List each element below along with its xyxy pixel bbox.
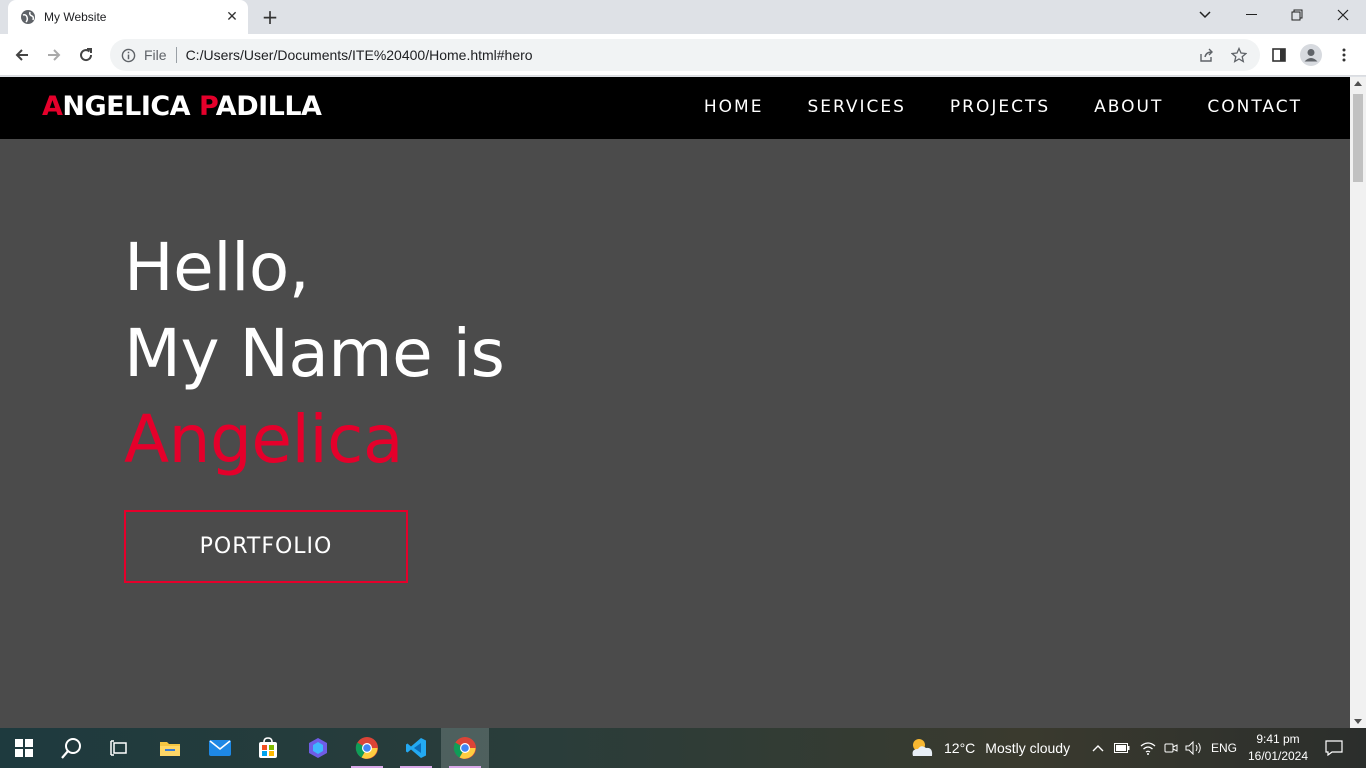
windows-taskbar: 12°C Mostly cloudy ENG 9:41 pm 16/01/202… (0, 728, 1366, 768)
close-tab-icon[interactable]: ✕ (224, 9, 240, 25)
browser-tab[interactable]: My Website ✕ (8, 0, 248, 34)
site-nav-links: HOME SERVICES PROJECTS ABOUT CONTACT (704, 97, 1302, 117)
nav-about[interactable]: ABOUT (1094, 97, 1163, 117)
vscode-icon[interactable] (392, 728, 440, 768)
file-explorer-icon[interactable] (146, 728, 194, 768)
logo-last-name: ADILLA (215, 91, 322, 122)
address-divider (175, 47, 177, 63)
windows-logo-icon (15, 739, 33, 757)
url-text[interactable]: C:/Users/User/Documents/ITE%20400/Home.h… (186, 47, 1196, 63)
hero-greeting: Hello, (124, 229, 310, 306)
wifi-icon[interactable] (1138, 728, 1158, 768)
scroll-down-icon[interactable] (1354, 719, 1362, 724)
meet-now-icon[interactable] (1161, 728, 1181, 768)
address-bar[interactable]: File C:/Users/User/Documents/ITE%20400/H… (110, 39, 1260, 71)
volume-icon[interactable] (1184, 728, 1204, 768)
back-button[interactable] (9, 42, 35, 68)
mail-icon[interactable] (196, 728, 244, 768)
copilot-icon[interactable] (294, 728, 342, 768)
tab-search-icon[interactable] (1182, 0, 1228, 30)
hero-heading: Hello, My Name is Angelica (124, 225, 505, 483)
scheme-label: File (144, 47, 167, 63)
logo-first-name: NGELICA (62, 91, 199, 122)
page-scrollbar[interactable] (1350, 77, 1366, 728)
chevron-up-icon[interactable] (1088, 728, 1108, 768)
weather-condition: Mostly cloudy (985, 740, 1071, 756)
info-icon[interactable] (120, 47, 136, 63)
nav-home[interactable]: HOME (704, 97, 764, 117)
forward-button[interactable] (41, 42, 67, 68)
nav-services[interactable]: SERVICES (807, 97, 905, 117)
clock-date: 16/01/2024 (1247, 749, 1309, 763)
task-view-icon[interactable] (96, 728, 144, 768)
site-navbar: ANGELICA PADILLA HOME SERVICES PROJECTS … (0, 77, 1350, 139)
close-window-button[interactable] (1320, 0, 1366, 30)
side-panel-icon[interactable] (1266, 42, 1292, 68)
new-tab-button[interactable]: + (258, 5, 282, 29)
start-button[interactable] (0, 728, 48, 768)
back-arrow-icon (15, 49, 28, 61)
chrome-icon[interactable] (343, 728, 391, 768)
tab-title: My Website (44, 10, 107, 24)
weather-widget[interactable]: 12°C Mostly cloudy (908, 728, 1070, 768)
clock-time: 9:41 pm (1256, 732, 1300, 746)
nav-projects[interactable]: PROJECTS (950, 97, 1050, 117)
hero-name: Angelica (124, 401, 403, 478)
bookmark-star-icon[interactable] (1228, 44, 1250, 66)
globe-icon (20, 9, 36, 25)
system-clock[interactable]: 9:41 pm 16/01/2024 (1244, 731, 1312, 765)
page-viewport: ANGELICA PADILLA HOME SERVICES PROJECTS … (0, 77, 1350, 728)
reload-button[interactable] (73, 42, 99, 68)
tab-strip: My Website ✕ + (0, 0, 1366, 34)
browser-toolbar: File C:/Users/User/Documents/ITE%20400/H… (0, 34, 1366, 76)
store-icon[interactable] (244, 728, 292, 768)
kebab-menu-icon[interactable] (1331, 42, 1357, 68)
site-logo[interactable]: ANGELICA PADILLA (42, 91, 322, 122)
logo-initial-p: P (198, 91, 216, 122)
hero-intro: My Name is (124, 315, 505, 392)
reload-icon (80, 48, 93, 62)
portfolio-button[interactable]: PORTFOLIO (124, 510, 408, 583)
share-icon[interactable] (1196, 44, 1218, 66)
chrome-active-icon[interactable] (441, 728, 489, 768)
scrollbar-thumb[interactable] (1353, 94, 1363, 182)
profile-avatar-icon[interactable] (1298, 42, 1324, 68)
logo-initial-a: A (42, 91, 63, 122)
cloud-sun-icon (912, 739, 933, 756)
notifications-icon[interactable] (1320, 728, 1348, 768)
forward-arrow-icon (48, 49, 61, 61)
scroll-up-icon[interactable] (1354, 81, 1362, 86)
weather-temp: 12°C (944, 740, 976, 756)
language-indicator[interactable]: ENG (1208, 728, 1240, 768)
nav-contact[interactable]: CONTACT (1207, 97, 1302, 117)
battery-icon[interactable] (1112, 728, 1132, 768)
minimize-button[interactable] (1228, 0, 1274, 30)
restore-button[interactable] (1274, 0, 1320, 30)
search-icon[interactable] (48, 728, 96, 768)
